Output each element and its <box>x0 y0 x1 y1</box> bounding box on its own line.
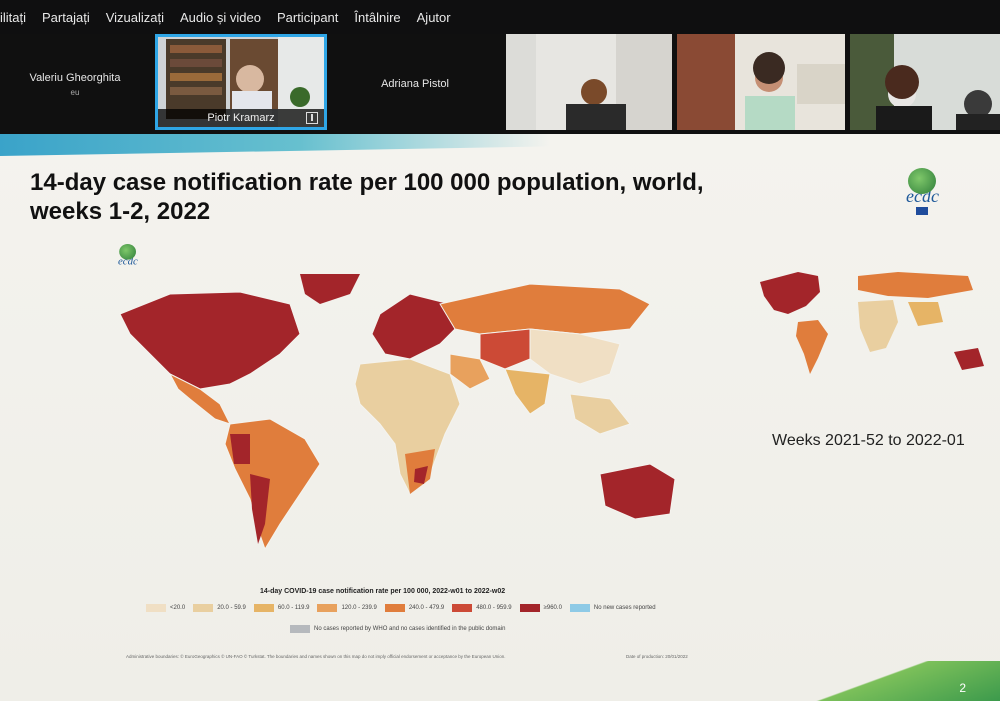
legend-title: 14-day COVID-19 case notification rate p… <box>260 588 506 595</box>
small-map-eurasia <box>858 272 973 298</box>
small-map-australia <box>954 348 984 370</box>
legend-swatch-no-data <box>290 625 310 633</box>
legend-item: 20.0 - 59.9 <box>193 604 246 612</box>
legend-label: No new cases reported <box>593 605 656 611</box>
participant-tile-1[interactable]: Valeriu Gheorghita eu <box>0 34 150 134</box>
menu-item-facilities[interactable]: ilitați <box>0 10 26 25</box>
map-southeast-asia <box>569 393 631 435</box>
legend-label: <20.0 <box>170 605 186 611</box>
menu-item-audio-video[interactable]: Audio și video <box>180 10 261 25</box>
legend-item: 480.0 - 959.9 <box>452 604 512 612</box>
legend-swatch <box>384 604 405 612</box>
legend-swatch <box>569 604 590 612</box>
legend-item: 120.0 - 239.9 <box>317 604 377 612</box>
slide-page-number: 2 <box>959 681 966 695</box>
menu-item-view[interactable]: Vizualizați <box>106 10 164 25</box>
participant-video-frame <box>677 34 845 130</box>
participant-name: Adriana Pistol <box>381 78 449 90</box>
map-russia <box>439 283 651 335</box>
map-north-america <box>119 291 301 390</box>
map-footnote: Administrative boundaries: © EuroGeograp… <box>126 654 506 659</box>
participant-video-active-speaker[interactable]: Piotr Kramarz <box>155 34 327 130</box>
legend-item: 240.0 - 479.9 <box>384 604 445 612</box>
slide-title: 14-day case notification rate per 100 00… <box>30 168 830 226</box>
slide-header-band <box>0 134 1000 156</box>
legend-label: 60.0 - 119.9 <box>277 605 310 611</box>
small-map-south-america <box>796 320 828 374</box>
eu-flag-icon <box>916 207 929 215</box>
map-legend: <20.0 20.0 - 59.9 60.0 - 119.9 120.0 - 2… <box>146 604 664 612</box>
participant-video-frame <box>506 34 672 130</box>
map-india <box>504 368 551 415</box>
legend-swatch <box>193 604 214 612</box>
legend-label: 240.0 - 479.9 <box>408 605 445 611</box>
world-map-main <box>119 274 676 551</box>
menu-item-share[interactable]: Partajați <box>42 10 90 25</box>
legend-item: No new cases reported <box>569 604 656 612</box>
shared-slide: 14-day case notification rate per 100 00… <box>0 134 1000 701</box>
participant-self-label: eu <box>70 87 80 97</box>
legend-swatch <box>452 604 473 612</box>
small-map-africa <box>858 300 898 352</box>
map-central-asia <box>479 328 531 370</box>
legend-label: ≥960.0 <box>543 605 562 611</box>
legend-swatch <box>519 604 540 612</box>
participant-strip: Valeriu Gheorghita eu Piotr Kramarz Adri… <box>0 34 1000 134</box>
small-map-caption: Weeks 2021-52 to 2022-01 <box>772 432 965 449</box>
world-map-small <box>760 272 984 374</box>
legend-swatch <box>146 604 166 612</box>
menu-item-participant[interactable]: Participant <box>277 10 338 25</box>
menu-item-help[interactable]: Ajutor <box>417 10 451 25</box>
legend-label: 480.0 - 959.9 <box>476 605 512 611</box>
legend-item: <20.0 <box>146 604 185 612</box>
legend-swatch <box>317 604 338 612</box>
ecdc-logo: ecdc <box>906 168 939 215</box>
legend-item: ≥960.0 <box>519 604 562 612</box>
legend-label: 120.0 - 239.9 <box>341 605 377 611</box>
small-map-north-america <box>760 272 820 314</box>
slide-title-line-1: 14-day case notification rate per 100 00… <box>30 169 704 196</box>
participant-name: Valeriu Gheorghita <box>29 71 121 84</box>
small-map-asia <box>908 302 943 326</box>
legend-item: 60.0 - 119.9 <box>253 604 310 612</box>
menu-bar: ilitați Partajați Vizualizați Audio și v… <box>0 0 1000 34</box>
legend-swatch <box>253 604 274 612</box>
participant-video-4[interactable] <box>506 34 672 130</box>
participant-tile-3[interactable]: Adriana Pistol <box>330 34 500 134</box>
speaker-name: Piotr Kramarz <box>207 112 275 124</box>
ecdc-logo-small: ecdc <box>118 244 138 267</box>
participant-video-6[interactable] <box>850 34 1000 130</box>
map-australia <box>599 463 676 520</box>
map-greenland <box>300 274 360 304</box>
slide-corner-decoration <box>700 661 1000 701</box>
production-date: Date of production: 20/01/2022 <box>626 654 688 659</box>
menu-item-meeting[interactable]: Întâlnire <box>354 10 400 25</box>
share-screen-icon[interactable] <box>306 112 318 124</box>
participant-video-5[interactable] <box>677 34 845 130</box>
speaker-name-label: Piotr Kramarz <box>158 109 324 127</box>
slide-title-line-2: weeks 1-2, 2022 <box>30 198 211 225</box>
participant-video-frame <box>850 34 1000 130</box>
legend-no-data: No cases reported by WHO and no cases id… <box>290 625 505 633</box>
legend-label: 20.0 - 59.9 <box>217 605 246 611</box>
legend-no-data-label: No cases reported by WHO and no cases id… <box>314 626 506 632</box>
